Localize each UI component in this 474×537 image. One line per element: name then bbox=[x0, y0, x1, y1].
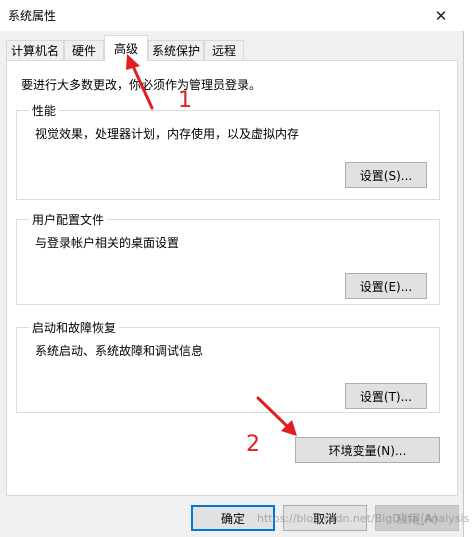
annotation-number-1: 1 bbox=[178, 88, 192, 113]
tab-system-protection[interactable]: 系统保护 bbox=[148, 40, 204, 60]
close-icon[interactable]: ✕ bbox=[418, 0, 464, 31]
system-properties-dialog: 系统属性 ✕ 计算机名 硬件 高级 系统保护 远程 要进行大多数更改，你必须作为… bbox=[0, 0, 464, 537]
watermark: https://blog.csdn.net/BigData_Analysis bbox=[257, 512, 470, 525]
startup-recovery-settings-button[interactable]: 设置(T)... bbox=[345, 383, 427, 409]
startup-recovery-description: 系统启动、系统故障和调试信息 bbox=[35, 344, 204, 358]
user-profiles-group-title: 用户配置文件 bbox=[29, 211, 108, 228]
environment-variables-button[interactable]: 环境变量(N)... bbox=[295, 437, 440, 463]
annotation-number-2: 2 bbox=[246, 432, 260, 457]
tab-remote[interactable]: 远程 bbox=[204, 40, 244, 60]
user-profiles-settings-button[interactable]: 设置(E)... bbox=[345, 273, 427, 299]
admin-notice: 要进行大多数更改，你必须作为管理员登录。 bbox=[21, 78, 262, 92]
background-strip bbox=[464, 0, 474, 537]
title-bar: 系统属性 ✕ bbox=[0, 0, 464, 31]
startup-recovery-group-title: 启动和故障恢复 bbox=[29, 319, 120, 336]
performance-description: 视觉效果，处理器计划，内存使用，以及虚拟内存 bbox=[35, 127, 300, 141]
window-title: 系统属性 bbox=[8, 9, 57, 23]
tab-computer-name[interactable]: 计算机名 bbox=[6, 40, 64, 60]
performance-group-title: 性能 bbox=[29, 102, 60, 119]
performance-settings-button[interactable]: 设置(S)... bbox=[345, 162, 427, 188]
tab-hardware[interactable]: 硬件 bbox=[64, 40, 104, 60]
user-profiles-description: 与登录帐户相关的桌面设置 bbox=[35, 236, 180, 250]
tab-advanced[interactable]: 高级 bbox=[104, 35, 148, 61]
